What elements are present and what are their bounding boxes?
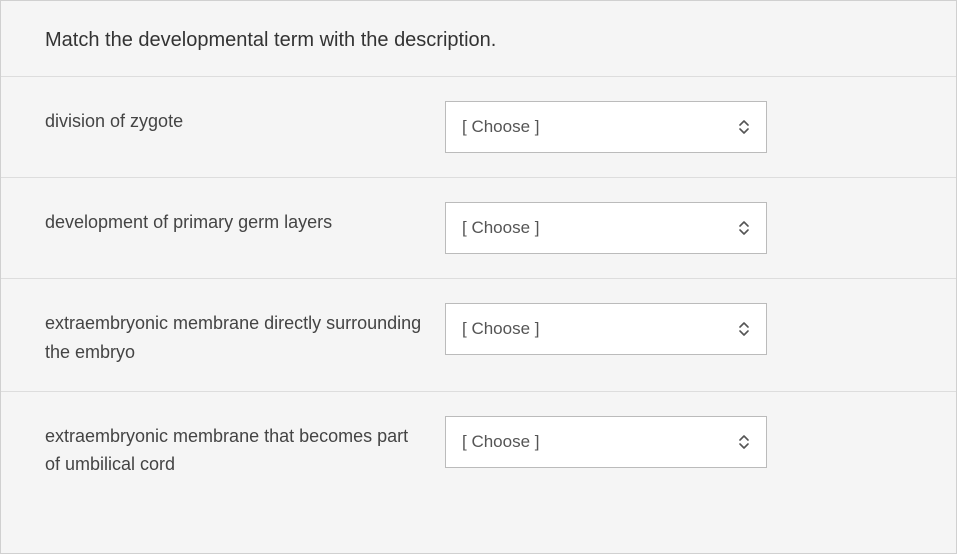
question-panel: Match the developmental term with the de… [0,0,957,554]
dropdown-placeholder: [ Choose ] [462,218,540,238]
updown-icon [738,219,750,237]
updown-icon [738,433,750,451]
match-description: extraembryonic membrane directly surroun… [45,303,445,367]
dropdown-placeholder: [ Choose ] [462,319,540,339]
choose-dropdown[interactable]: [ Choose ] [445,202,767,254]
choose-dropdown[interactable]: [ Choose ] [445,101,767,153]
match-row: extraembryonic membrane directly surroun… [1,279,956,392]
updown-icon [738,118,750,136]
match-row: extraembryonic membrane that becomes par… [1,392,956,504]
match-row: division of zygote [ Choose ] [1,77,956,178]
choose-dropdown[interactable]: [ Choose ] [445,303,767,355]
match-row: development of primary germ layers [ Cho… [1,178,956,279]
question-prompt: Match the developmental term with the de… [1,1,956,77]
updown-icon [738,320,750,338]
dropdown-placeholder: [ Choose ] [462,117,540,137]
match-description: extraembryonic membrane that becomes par… [45,416,445,480]
match-description: division of zygote [45,101,445,136]
choose-dropdown[interactable]: [ Choose ] [445,416,767,468]
match-description: development of primary germ layers [45,202,445,237]
dropdown-placeholder: [ Choose ] [462,432,540,452]
